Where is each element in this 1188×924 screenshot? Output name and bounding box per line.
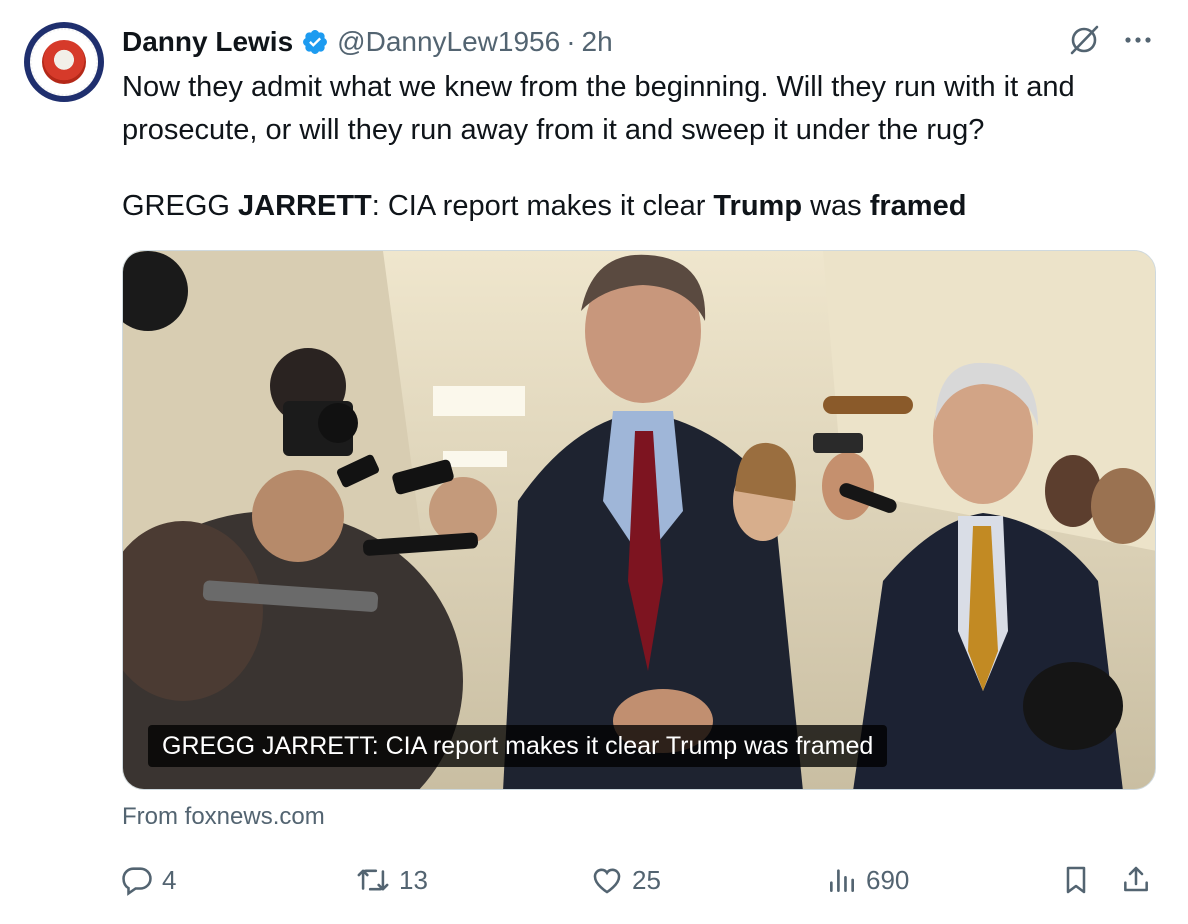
bookmark-icon — [1066, 866, 1086, 894]
views-count: 690 — [866, 864, 910, 895]
verified-badge-icon[interactable] — [301, 28, 329, 56]
reply-count: 4 — [162, 864, 177, 895]
bookmark-button[interactable] — [1060, 860, 1100, 900]
views-icon — [830, 869, 854, 892]
tweet-actions: 4 13 25 690 — [0, 860, 1188, 900]
separator-dot: · — [566, 26, 576, 57]
repost-count: 13 — [399, 864, 428, 895]
link-card-image[interactable] — [122, 250, 1156, 790]
share-icon — [1124, 866, 1148, 892]
more-icon[interactable] — [1118, 22, 1158, 58]
author-handle[interactable]: @DannyLew1956 — [337, 26, 560, 58]
avatar[interactable] — [24, 22, 104, 102]
tweet-text: Now they admit what we knew from the beg… — [122, 66, 1162, 152]
lion-logo-icon — [42, 40, 86, 84]
headline-bold-framed: framed — [869, 190, 967, 222]
link-card-title[interactable]: GREGG JARRETT: CIA report makes it clear… — [148, 725, 888, 767]
avatar-ring — [30, 28, 98, 96]
news-photo — [123, 251, 1155, 789]
headline-part1: GREGG — [122, 190, 239, 222]
reply-icon — [122, 867, 152, 896]
like-icon — [593, 868, 621, 894]
repost-icon — [357, 869, 389, 891]
like-button[interactable]: 25 — [590, 860, 661, 900]
link-card-source[interactable]: From foxnews.com — [122, 803, 325, 831]
headline-bold-jarrett: JARRETT — [238, 190, 372, 222]
headline-part3: was — [802, 190, 870, 222]
tweet-time[interactable]: 2h — [582, 26, 613, 58]
headline-part2: : CIA report makes it clear — [371, 190, 714, 222]
repost-button[interactable]: 13 — [355, 860, 428, 900]
headline-bold-trump: Trump — [713, 190, 803, 222]
grok-icon[interactable] — [1066, 22, 1102, 58]
views-button[interactable]: 690 — [826, 860, 909, 900]
tweet-headline: GREGG JARRETT: CIA report makes it clear… — [122, 185, 966, 227]
tweet-header: Danny Lewis @DannyLew1956 · 2h — [122, 24, 613, 60]
tweet-body: Now they admit what we knew from the beg… — [122, 71, 1075, 146]
share-button[interactable] — [1120, 860, 1160, 900]
like-count: 25 — [632, 864, 661, 895]
reply-button[interactable]: 4 — [120, 860, 176, 900]
author-name[interactable]: Danny Lewis — [122, 26, 293, 58]
